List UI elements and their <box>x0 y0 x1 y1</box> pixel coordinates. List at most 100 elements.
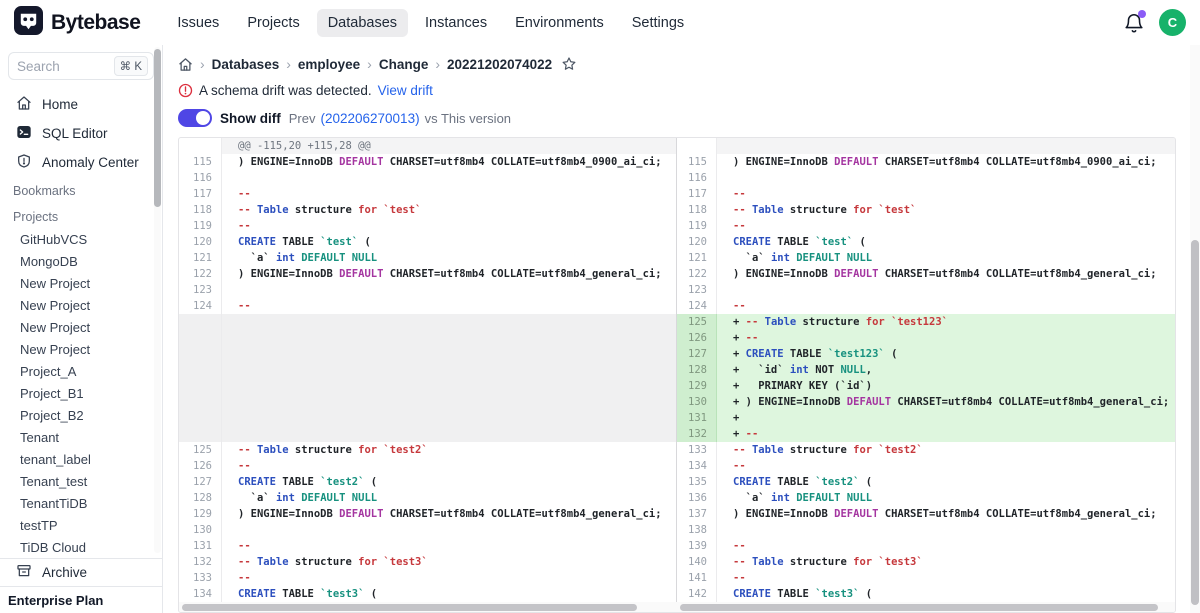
breadcrumb-database-name[interactable]: employee <box>298 57 360 72</box>
project-item[interactable]: TenantTiDB <box>0 493 162 515</box>
line-number <box>179 426 222 442</box>
code-line: + PRIMARY KEY (`id`) <box>717 378 1175 394</box>
line-number: 128 <box>677 362 717 378</box>
line-number <box>179 394 222 410</box>
code-line <box>222 362 677 378</box>
prev-version-link[interactable]: (202206270013) <box>320 111 419 126</box>
scrollbar-thumb[interactable] <box>182 604 637 611</box>
sidebar-item-home[interactable]: Home <box>0 90 162 119</box>
diff-row: 126--134-- <box>179 458 1175 474</box>
line-number <box>179 330 222 346</box>
line-number: 124 <box>179 298 222 314</box>
brand-name: Bytebase <box>51 11 140 35</box>
plan-badge: Enterprise Plan <box>0 586 162 613</box>
line-number: 130 <box>179 522 222 538</box>
line-number <box>677 138 717 154</box>
code-line <box>717 282 1175 298</box>
nav-item-projects[interactable]: Projects <box>236 9 310 37</box>
diff-row: 124--124-- <box>179 298 1175 314</box>
schema-drift-banner: A schema drift was detected. View drift <box>178 80 1200 100</box>
project-item[interactable]: tenant_label <box>0 449 162 471</box>
bell-icon <box>1123 21 1145 38</box>
top-navbar: Bytebase IssuesProjectsDatabasesInstance… <box>0 0 1200 45</box>
diff-row: 130138 <box>179 522 1175 538</box>
project-item[interactable]: Project_B1 <box>0 383 162 405</box>
code-line <box>222 378 677 394</box>
line-number: 122 <box>179 266 222 282</box>
breadcrumb-home-icon[interactable] <box>178 57 193 72</box>
diff-row: 126+ -- <box>179 330 1175 346</box>
bytebase-logo-icon <box>14 6 43 40</box>
code-line <box>222 522 677 538</box>
show-diff-toggle[interactable] <box>178 109 212 127</box>
line-number <box>179 362 222 378</box>
project-item[interactable]: New Project <box>0 339 162 361</box>
project-item[interactable]: New Project <box>0 317 162 339</box>
code-line <box>222 330 677 346</box>
code-line: + -- Table structure for `test123` <box>717 314 1175 330</box>
code-line <box>717 170 1175 186</box>
project-item[interactable]: Tenant <box>0 427 162 449</box>
scrollbar-thumb[interactable] <box>1191 240 1199 605</box>
line-number <box>179 410 222 426</box>
sidebar-item-anomaly-center[interactable]: Anomaly Center <box>0 148 162 177</box>
page-vertical-scrollbar[interactable] <box>1190 45 1200 613</box>
project-item[interactable]: MongoDB <box>0 251 162 273</box>
code-line: -- Table structure for `test2` <box>222 442 677 458</box>
nav-item-environments[interactable]: Environments <box>504 9 615 37</box>
view-drift-link[interactable]: View drift <box>378 83 433 98</box>
sidebar-item-archive[interactable]: Archive <box>0 558 162 586</box>
right-pane-horizontal-scrollbar[interactable] <box>677 602 1175 612</box>
breadcrumb-change[interactable]: Change <box>379 57 429 72</box>
line-number: 126 <box>179 458 222 474</box>
line-number <box>179 378 222 394</box>
bookmarks-section-label: Bookmarks <box>0 177 162 203</box>
diff-row: 115) ENGINE=InnoDB DEFAULT CHARSET=utf8m… <box>179 154 1175 170</box>
code-line: -- <box>222 186 677 202</box>
diff-row: 127CREATE TABLE `test2` (135CREATE TABLE… <box>179 474 1175 490</box>
code-line: CREATE TABLE `test3` ( <box>717 586 1175 602</box>
code-line: + CREATE TABLE `test123` ( <box>717 346 1175 362</box>
sidebar-item-sql-editor[interactable]: SQL Editor <box>0 119 162 148</box>
topnav-right: C <box>1123 9 1186 36</box>
notifications-button[interactable] <box>1123 12 1145 34</box>
code-line: -- <box>222 218 677 234</box>
brand[interactable]: Bytebase <box>14 6 140 40</box>
code-line <box>222 394 677 410</box>
diff-row: 134CREATE TABLE `test3` (142CREATE TABLE… <box>179 586 1175 602</box>
toggle-knob <box>196 111 210 125</box>
scrollbar-thumb[interactable] <box>680 604 1158 611</box>
sidebar-scrollbar-thumb[interactable] <box>154 49 161 207</box>
code-line <box>717 522 1175 538</box>
vs-label: vs This version <box>425 111 511 126</box>
star-icon[interactable] <box>561 56 577 72</box>
nav-item-settings[interactable]: Settings <box>621 9 695 37</box>
nav-item-instances[interactable]: Instances <box>414 9 498 37</box>
line-number: 120 <box>677 234 717 250</box>
nav-item-issues[interactable]: Issues <box>166 9 230 37</box>
project-item[interactable]: New Project <box>0 295 162 317</box>
sidebar-scrollbar[interactable] <box>154 47 161 553</box>
diff-row: 128 `a` int DEFAULT NULL136 `a` int DEFA… <box>179 490 1175 506</box>
line-number: 127 <box>677 346 717 362</box>
breadcrumb-version[interactable]: 20221202074022 <box>447 57 552 72</box>
breadcrumb-databases[interactable]: Databases <box>212 57 280 72</box>
project-item[interactable]: testTP <box>0 515 162 537</box>
search-box[interactable]: ⌘ K <box>8 52 154 80</box>
code-line: -- <box>222 538 677 554</box>
home-icon <box>16 95 32 114</box>
avatar[interactable]: C <box>1159 9 1186 36</box>
project-item[interactable]: TiDB Cloud <box>0 537 162 559</box>
project-item[interactable]: Project_B2 <box>0 405 162 427</box>
search-input[interactable] <box>17 59 109 74</box>
left-pane-horizontal-scrollbar[interactable] <box>179 602 677 612</box>
project-item[interactable]: Project_A <box>0 361 162 383</box>
project-item[interactable]: GitHubVCS <box>0 229 162 251</box>
project-item[interactable]: Tenant_test <box>0 471 162 493</box>
nav-item-databases[interactable]: Databases <box>317 9 408 37</box>
code-line: -- <box>222 570 677 586</box>
prev-label: Prev <box>289 111 316 126</box>
code-line: ) ENGINE=InnoDB DEFAULT CHARSET=utf8mb4 … <box>222 154 677 170</box>
project-item[interactable]: New Project <box>0 273 162 295</box>
line-number: 141 <box>677 570 717 586</box>
